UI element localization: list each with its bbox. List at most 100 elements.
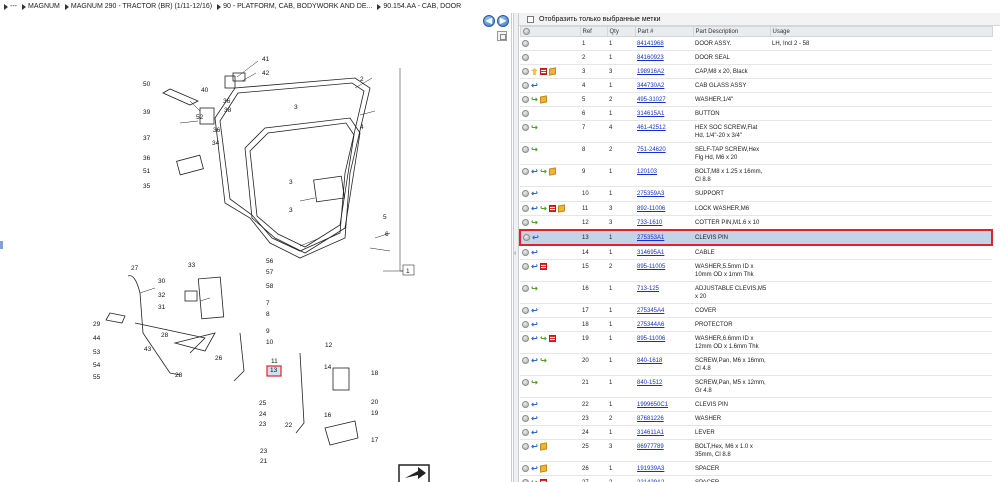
- part-number-link[interactable]: 1999650C1: [637, 402, 668, 408]
- select-circle-icon[interactable]: [522, 40, 529, 47]
- callout-label[interactable]: 5: [383, 214, 387, 221]
- select-circle-icon[interactable]: [522, 320, 529, 328]
- link-blue-icon[interactable]: ↩: [531, 262, 538, 270]
- package-icon[interactable]: [558, 203, 565, 213]
- part-number-link[interactable]: 895-11005: [637, 264, 665, 270]
- part-number-link[interactable]: 275345A4: [637, 308, 664, 314]
- callout-label[interactable]: 23: [260, 448, 268, 455]
- table-row[interactable]: ↩ 4 1 344730A2 CAB GLASS ASSY: [520, 78, 992, 94]
- cell-part[interactable]: 84160923: [635, 50, 693, 66]
- callout-label[interactable]: 6: [385, 231, 389, 238]
- package-icon[interactable]: [549, 67, 556, 76]
- cell-part[interactable]: 120103: [635, 164, 693, 188]
- callout-label[interactable]: 43: [144, 346, 152, 353]
- breadcrumb-item[interactable]: 90 - PLATFORM, CAB, BODYWORK AND DE...: [217, 3, 372, 10]
- callout-label[interactable]: 51: [143, 168, 151, 175]
- table-row[interactable]: ↩ 23 2 87681226 WASHER: [520, 411, 992, 427]
- part-number-link[interactable]: 314615A1: [637, 111, 664, 117]
- callout-label[interactable]: 54: [93, 362, 101, 369]
- replace-green-icon[interactable]: ↪: [540, 357, 547, 365]
- table-row[interactable]: ↩ ↪ 11 3 892-11006 LOCK WASHER,M6: [520, 201, 992, 216]
- select-circle-icon[interactable]: [522, 335, 529, 343]
- callout-label[interactable]: 58: [266, 283, 274, 290]
- package-icon[interactable]: [540, 464, 547, 473]
- callout-label[interactable]: 27: [131, 265, 139, 272]
- part-number-link[interactable]: 840-1512: [637, 380, 662, 386]
- callout-label[interactable]: 37: [143, 135, 151, 142]
- callout-label[interactable]: 3: [294, 104, 298, 111]
- callout-label[interactable]: 32: [158, 292, 166, 299]
- cell-part[interactable]: 713-125: [635, 281, 693, 304]
- table-row[interactable]: ↪ 16 1 713-125 ADJUSTABLE CLEVIS,M5 x 20: [520, 281, 992, 304]
- link-blue-icon[interactable]: ↩: [531, 443, 538, 451]
- callout-label[interactable]: 23: [259, 421, 267, 428]
- callout-label[interactable]: 36: [143, 155, 151, 162]
- cell-part[interactable]: 314695A1: [635, 244, 693, 260]
- callout-label[interactable]: 53: [93, 349, 101, 356]
- part-number-link[interactable]: 733-1610: [637, 220, 662, 226]
- header-part[interactable]: Part #: [634, 26, 694, 37]
- part-number-link[interactable]: 895-11006: [637, 336, 665, 342]
- select-circle-icon[interactable]: [522, 124, 529, 132]
- callout-label[interactable]: 3: [289, 207, 293, 214]
- callout-label[interactable]: 12: [325, 342, 333, 349]
- link-blue-icon[interactable]: ↩: [531, 190, 538, 198]
- table-row[interactable]: ↩ 24 1 314611A1 LEVER: [520, 425, 992, 441]
- callout-label[interactable]: 10: [266, 339, 274, 346]
- select-circle-icon[interactable]: [522, 248, 529, 256]
- select-circle-icon[interactable]: [522, 54, 529, 62]
- link-blue-icon[interactable]: ↩: [532, 233, 539, 241]
- table-row[interactable]: 3 3 198916A2 CAP,M8 x 20, Black: [520, 64, 992, 80]
- document-icon[interactable]: [540, 68, 547, 76]
- table-row[interactable]: ↩ ↪ 20 1 840-1618 SCREW,Pan, M6 x 16mm, Cl 4.…: [520, 353, 992, 377]
- callout-label[interactable]: 16: [324, 412, 332, 419]
- part-number-link[interactable]: 275344A6: [637, 322, 664, 328]
- select-circle-icon[interactable]: [522, 465, 529, 473]
- select-circle-icon[interactable]: [522, 82, 529, 90]
- cell-part[interactable]: 84141968: [635, 36, 693, 52]
- part-number-link[interactable]: 84141968: [637, 41, 664, 47]
- callout-label[interactable]: 7: [266, 300, 270, 307]
- replace-green-icon[interactable]: ↪: [540, 168, 547, 176]
- document-icon[interactable]: [540, 262, 547, 270]
- select-circle-icon[interactable]: [522, 306, 529, 314]
- part-number-link[interactable]: 86977789: [637, 444, 664, 450]
- part-number-link[interactable]: 840-1618: [637, 358, 662, 364]
- callout-label[interactable]: 28: [175, 372, 183, 379]
- replace-green-icon[interactable]: ↪: [540, 335, 547, 343]
- callout-label[interactable]: 29: [93, 321, 101, 328]
- callout-label[interactable]: 26: [215, 355, 223, 362]
- part-number-link[interactable]: 120103: [637, 169, 657, 175]
- select-circle-icon[interactable]: [522, 110, 529, 118]
- table-row[interactable]: 2 1 84160923 DOOR SEAL: [520, 50, 992, 66]
- select-circle-icon[interactable]: [523, 233, 530, 241]
- cell-part[interactable]: 840-1618: [635, 353, 693, 377]
- callout-label[interactable]: 36: [223, 98, 231, 105]
- select-circle-icon[interactable]: [522, 429, 529, 437]
- cell-part[interactable]: 344730A2: [635, 78, 693, 94]
- link-blue-icon[interactable]: ↩: [531, 248, 538, 256]
- header-ref[interactable]: Ref: [579, 26, 608, 37]
- callout-label[interactable]: 4: [360, 124, 364, 131]
- cell-part[interactable]: 86977789: [635, 439, 693, 463]
- part-number-link[interactable]: 275353A1: [637, 235, 664, 241]
- part-number-link[interactable]: 314611A1: [637, 430, 664, 436]
- settings-icon[interactable]: [522, 27, 530, 35]
- document-icon[interactable]: [549, 204, 556, 212]
- replace-green-icon[interactable]: ↪: [540, 204, 547, 212]
- table-row[interactable]: ↪272221429A2SPACER: [520, 475, 992, 482]
- callout-label[interactable]: 25: [259, 400, 267, 407]
- breadcrumb-item[interactable]: 90.154.AA - CAB, DOOR: [377, 3, 461, 10]
- breadcrumb-item[interactable]: MAGNUM: [22, 3, 60, 10]
- cell-part[interactable]: 892-11006: [635, 201, 693, 216]
- select-circle-icon[interactable]: [522, 96, 529, 104]
- cell-part[interactable]: 87681226: [635, 411, 693, 427]
- selected-only-checkbox[interactable]: [527, 15, 534, 23]
- part-number-link[interactable]: 198916A2: [637, 69, 664, 75]
- callout-label[interactable]: 21: [260, 458, 268, 465]
- callout-label[interactable]: 17: [371, 437, 379, 444]
- cell-part[interactable]: 314615A1: [635, 106, 693, 122]
- replace-green-icon[interactable]: ↪: [531, 124, 538, 132]
- link-blue-icon[interactable]: ↩: [531, 429, 538, 437]
- table-row[interactable]: ↩ 13 1 275353A1 CLEVIS PIN: [519, 228, 993, 246]
